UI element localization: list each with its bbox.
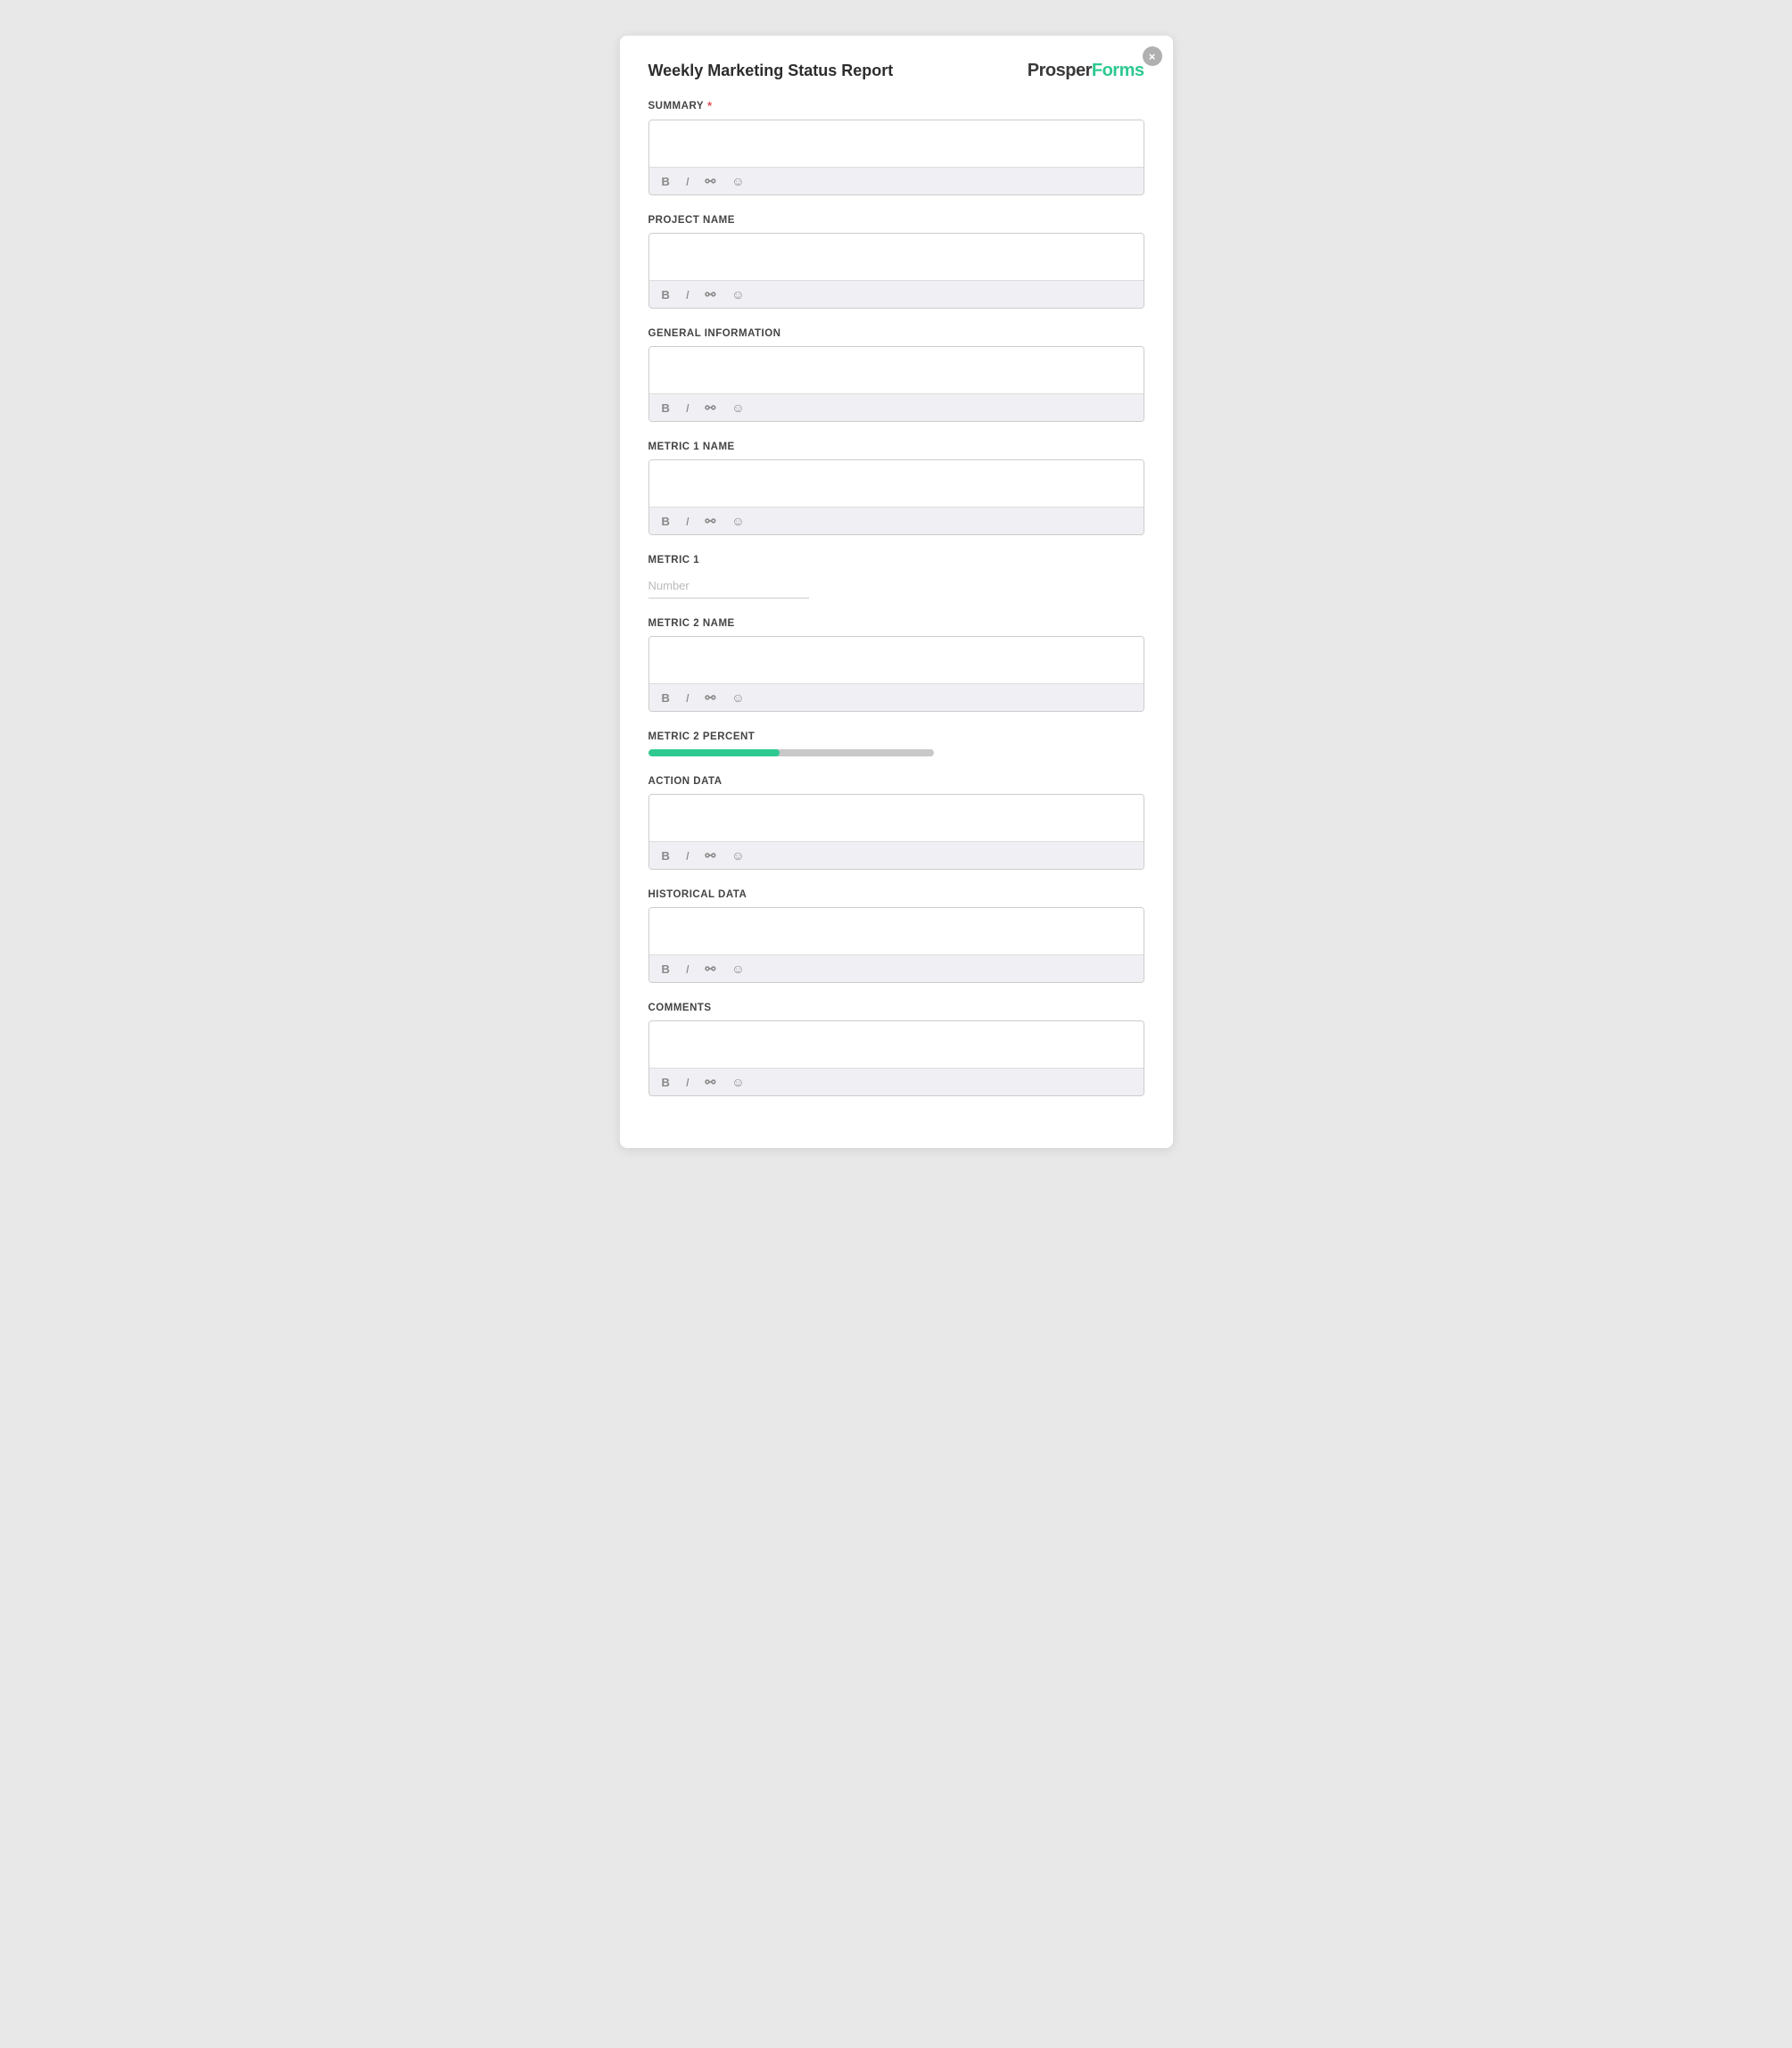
emoji-btn-metric2-name[interactable]: ☺	[728, 690, 747, 706]
toolbar-action-data: B I ⚯ ☺	[649, 841, 1144, 869]
italic-btn-comments[interactable]: I	[682, 1075, 693, 1090]
metric1-number-input[interactable]	[648, 573, 809, 599]
field-section-metric1: METRIC 1	[648, 555, 1144, 599]
required-star-summary: *	[707, 99, 713, 112]
italic-btn-metric1-name[interactable]: I	[682, 514, 693, 529]
rich-text-wrapper-metric1-name: B I ⚯ ☺	[648, 459, 1144, 535]
toolbar-general-info: B I ⚯ ☺	[649, 393, 1144, 421]
bold-btn-action-data[interactable]: B	[658, 848, 673, 863]
emoji-btn-project-name[interactable]: ☺	[728, 286, 747, 302]
italic-btn-action-data[interactable]: I	[682, 848, 693, 863]
toolbar-summary: B I ⚯ ☺	[649, 167, 1144, 194]
emoji-btn-historical-data[interactable]: ☺	[728, 961, 747, 977]
italic-btn-general-info[interactable]: I	[682, 401, 693, 416]
italic-btn-project-name[interactable]: I	[682, 287, 693, 302]
toolbar-comments: B I ⚯ ☺	[649, 1068, 1144, 1095]
link-btn-project-name[interactable]: ⚯	[702, 286, 720, 302]
link-btn-metric2-name[interactable]: ⚯	[702, 690, 720, 706]
link-btn-comments[interactable]: ⚯	[702, 1074, 720, 1090]
metric2-name-input[interactable]	[649, 637, 1144, 683]
rich-text-wrapper-project-name: B I ⚯ ☺	[648, 233, 1144, 309]
brand-prosper: Prosper	[1028, 61, 1092, 81]
toolbar-metric1-name: B I ⚯ ☺	[649, 507, 1144, 534]
progress-wrapper	[648, 749, 1144, 756]
emoji-btn-metric1-name[interactable]: ☺	[728, 513, 747, 529]
link-btn-action-data[interactable]: ⚯	[702, 847, 720, 863]
form-container: Weekly Marketing Status Report ProsperFo…	[620, 36, 1173, 1148]
close-button[interactable]: ×	[1143, 46, 1162, 66]
field-label-historical-data: HISTORICAL DATA	[648, 889, 1144, 900]
brand-logo: ProsperForms	[1028, 61, 1144, 81]
metric1-number-wrapper	[648, 573, 1144, 599]
italic-btn-metric2-name[interactable]: I	[682, 690, 693, 706]
italic-btn-summary[interactable]: I	[682, 174, 693, 189]
emoji-btn-comments[interactable]: ☺	[728, 1074, 747, 1090]
field-label-comments: COMMENTS	[648, 1003, 1144, 1013]
metric1-name-input[interactable]	[649, 460, 1144, 507]
rich-text-wrapper-comments: B I ⚯ ☺	[648, 1020, 1144, 1096]
field-label-summary: SUMMARY *	[648, 99, 1144, 112]
rich-text-wrapper-summary: B I ⚯ ☺	[648, 120, 1144, 195]
emoji-btn-general-info[interactable]: ☺	[728, 400, 747, 416]
toolbar-historical-data: B I ⚯ ☺	[649, 954, 1144, 982]
rich-text-wrapper-historical-data: B I ⚯ ☺	[648, 907, 1144, 983]
action-data-input[interactable]	[649, 795, 1144, 841]
field-section-project-name: PROJECT NAME B I ⚯ ☺	[648, 215, 1144, 309]
field-section-summary: SUMMARY * B I ⚯ ☺	[648, 99, 1144, 195]
rich-text-wrapper-action-data: B I ⚯ ☺	[648, 794, 1144, 870]
link-btn-historical-data[interactable]: ⚯	[702, 961, 720, 977]
field-label-metric2-name: METRIC 2 NAME	[648, 618, 1144, 629]
toolbar-project-name: B I ⚯ ☺	[649, 280, 1144, 308]
historical-data-input[interactable]	[649, 908, 1144, 954]
progress-fill	[648, 749, 780, 756]
field-label-action-data: ACTION DATA	[648, 776, 1144, 787]
field-section-metric2-name: METRIC 2 NAME B I ⚯ ☺	[648, 618, 1144, 712]
bold-btn-project-name[interactable]: B	[658, 287, 673, 302]
field-section-general-info: GENERAL INFORMATION B I ⚯ ☺	[648, 328, 1144, 422]
toolbar-metric2-name: B I ⚯ ☺	[649, 683, 1144, 711]
link-btn-metric1-name[interactable]: ⚯	[702, 513, 720, 529]
form-title: Weekly Marketing Status Report	[648, 61, 894, 81]
general-info-input[interactable]	[649, 347, 1144, 393]
project-name-input[interactable]	[649, 234, 1144, 280]
emoji-btn-action-data[interactable]: ☺	[728, 847, 747, 863]
field-section-action-data: ACTION DATA B I ⚯ ☺	[648, 776, 1144, 870]
emoji-btn-summary[interactable]: ☺	[728, 173, 747, 189]
bold-btn-comments[interactable]: B	[658, 1075, 673, 1090]
bold-btn-metric2-name[interactable]: B	[658, 690, 673, 706]
brand-forms: Forms	[1092, 61, 1144, 81]
field-section-metric2-percent: METRIC 2 PERCENT	[648, 731, 1144, 756]
link-btn-summary[interactable]: ⚯	[702, 173, 720, 189]
comments-input[interactable]	[649, 1021, 1144, 1068]
progress-track[interactable]	[648, 749, 934, 756]
field-label-metric2-percent: METRIC 2 PERCENT	[648, 731, 1144, 742]
field-section-historical-data: HISTORICAL DATA B I ⚯ ☺	[648, 889, 1144, 983]
field-section-metric1-name: METRIC 1 NAME B I ⚯ ☺	[648, 442, 1144, 535]
summary-input[interactable]	[649, 120, 1144, 167]
rich-text-wrapper-metric2-name: B I ⚯ ☺	[648, 636, 1144, 712]
field-label-metric1-name: METRIC 1 NAME	[648, 442, 1144, 452]
bold-btn-metric1-name[interactable]: B	[658, 514, 673, 529]
link-btn-general-info[interactable]: ⚯	[702, 400, 720, 416]
form-header: Weekly Marketing Status Report ProsperFo…	[648, 61, 1144, 81]
bold-btn-historical-data[interactable]: B	[658, 962, 673, 977]
field-label-project-name: PROJECT NAME	[648, 215, 1144, 226]
bold-btn-general-info[interactable]: B	[658, 401, 673, 416]
italic-btn-historical-data[interactable]: I	[682, 962, 693, 977]
bold-btn-summary[interactable]: B	[658, 174, 673, 189]
field-label-metric1: METRIC 1	[648, 555, 1144, 566]
field-label-general-info: GENERAL INFORMATION	[648, 328, 1144, 339]
field-section-comments: COMMENTS B I ⚯ ☺	[648, 1003, 1144, 1096]
rich-text-wrapper-general-info: B I ⚯ ☺	[648, 346, 1144, 422]
